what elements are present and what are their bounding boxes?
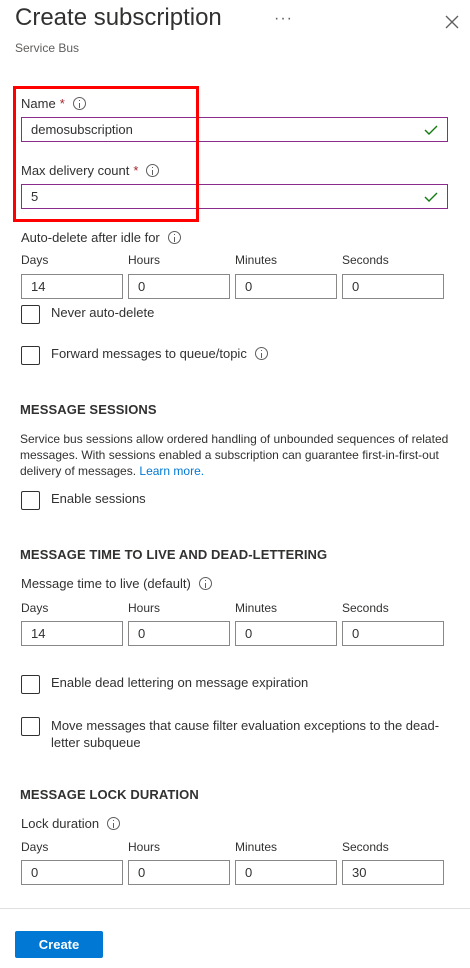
checkbox-box[interactable] <box>21 491 40 510</box>
lock-heading: MESSAGE LOCK DURATION <box>20 787 199 802</box>
ttl-seconds-input[interactable]: 0 <box>342 621 444 646</box>
info-icon[interactable] <box>198 577 212 590</box>
info-icon[interactable] <box>167 231 181 244</box>
auto-delete-minutes-input[interactable]: 0 <box>235 274 337 299</box>
seconds-label: Seconds <box>342 601 389 615</box>
checkbox-box[interactable] <box>21 305 40 324</box>
ttl-minutes-input[interactable]: 0 <box>235 621 337 646</box>
minutes-label: Minutes <box>235 253 278 267</box>
valid-check-icon <box>424 125 438 135</box>
sessions-description: Service bus sessions allow ordered handl… <box>20 432 449 478</box>
checkbox-box[interactable] <box>21 675 40 694</box>
lock-duration-label: Lock duration <box>21 816 121 831</box>
ttl-label: Message time to live (default) <box>21 576 212 591</box>
dead-letter-checkbox[interactable]: Enable dead lettering on message expirat… <box>21 675 308 694</box>
auto-delete-label: Auto-delete after idle for <box>21 230 181 245</box>
ttl-hours-input[interactable]: 0 <box>128 621 230 646</box>
lock-seconds-input[interactable]: 30 <box>342 860 444 885</box>
auto-delete-days-input[interactable]: 14 <box>21 274 123 299</box>
minutes-label: Minutes <box>235 840 278 854</box>
create-button[interactable]: Create <box>15 931 103 958</box>
ttl-heading: MESSAGE TIME TO LIVE AND DEAD-LETTERING <box>20 547 328 562</box>
highlight-box <box>13 86 199 222</box>
days-label: Days <box>21 601 49 615</box>
auto-delete-seconds-input[interactable]: 0 <box>342 274 444 299</box>
lock-minutes-input[interactable]: 0 <box>235 860 337 885</box>
seconds-label: Seconds <box>342 840 389 854</box>
enable-sessions-checkbox[interactable]: Enable sessions <box>21 491 146 510</box>
auto-delete-hours-input[interactable]: 0 <box>128 274 230 299</box>
lock-days-input[interactable]: 0 <box>21 860 123 885</box>
sessions-heading: MESSAGE SESSIONS <box>20 402 157 417</box>
forward-messages-checkbox[interactable]: Forward messages to queue/topic <box>21 346 268 365</box>
filter-exceptions-checkbox[interactable]: Move messages that cause filter evaluati… <box>21 717 441 751</box>
learn-more-link[interactable]: Learn more. <box>139 464 204 478</box>
info-icon[interactable] <box>254 347 268 360</box>
hours-label: Hours <box>128 253 161 267</box>
never-auto-delete-checkbox[interactable]: Never auto-delete <box>21 305 154 324</box>
checkbox-box[interactable] <box>21 346 40 365</box>
seconds-label: Seconds <box>342 253 389 267</box>
days-label: Days <box>21 840 49 854</box>
hours-label: Hours <box>128 601 161 615</box>
lock-hours-input[interactable]: 0 <box>128 860 230 885</box>
days-label: Days <box>21 253 49 267</box>
valid-check-icon <box>424 192 438 202</box>
hours-label: Hours <box>128 840 161 854</box>
footer-divider <box>0 908 470 909</box>
close-icon[interactable] <box>444 14 460 30</box>
more-options-icon[interactable]: ··· <box>274 10 293 28</box>
page-title: Create subscription <box>15 4 222 31</box>
checkbox-box[interactable] <box>21 717 40 736</box>
ttl-days-input[interactable]: 14 <box>21 621 123 646</box>
info-icon[interactable] <box>107 817 121 830</box>
page-subtitle: Service Bus <box>15 41 80 55</box>
minutes-label: Minutes <box>235 601 278 615</box>
